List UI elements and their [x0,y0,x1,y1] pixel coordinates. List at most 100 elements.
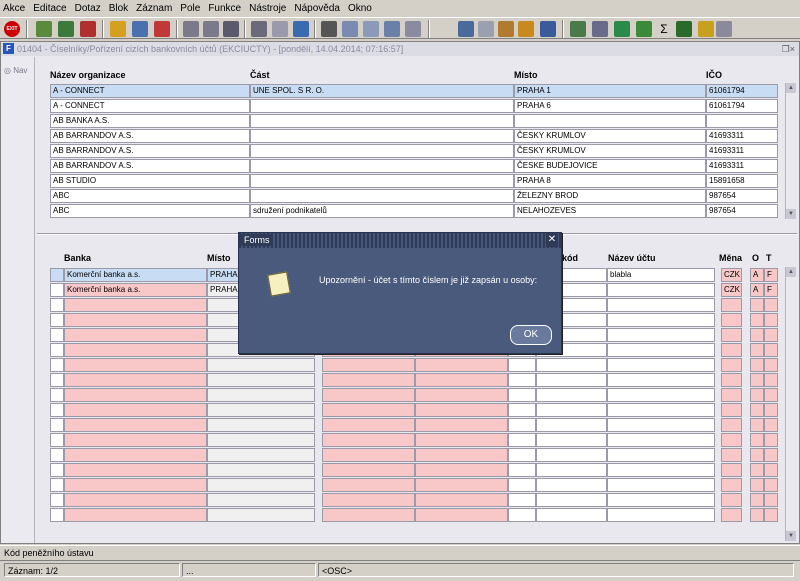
cell-small[interactable] [508,493,536,507]
cell-o[interactable] [750,373,764,387]
cell-mena[interactable] [721,358,742,372]
cell-mena[interactable] [721,478,742,492]
cell-mena[interactable] [721,343,742,357]
row-selector[interactable] [50,403,64,417]
cell-mena[interactable]: CZK [721,283,742,297]
cell-kod[interactable] [536,358,607,372]
menu-editace[interactable]: Editace [33,3,66,14]
cell-pink-b[interactable] [415,403,508,417]
cell-mena[interactable] [721,313,742,327]
cell-kod[interactable] [536,433,607,447]
cell-banka[interactable] [64,328,207,342]
cell-pink-b[interactable] [415,358,508,372]
cell-o[interactable] [750,448,764,462]
cell-nazev-uctu[interactable] [607,283,715,297]
cell-banka[interactable] [64,373,207,387]
cut-icon[interactable] [321,21,337,37]
document-icon[interactable] [592,21,608,37]
row-selector[interactable] [50,508,64,522]
cell-pink-a[interactable] [322,418,415,432]
enter-query-icon[interactable] [110,21,126,37]
cell-banka[interactable] [64,418,207,432]
cell-t[interactable] [764,388,778,402]
cell-misto[interactable]: ČESKY KRUMLOV [514,129,706,143]
menu-funkce[interactable]: Funkce [208,3,241,14]
cell-misto[interactable] [207,418,315,432]
cell-small[interactable] [508,433,536,447]
exit-icon[interactable]: EXIT [4,21,20,37]
cell-misto[interactable] [207,373,315,387]
cell-banka[interactable]: Komerční banka a.s. [64,268,207,282]
cell-nazev-uctu[interactable] [607,508,715,522]
check-icon[interactable] [636,21,652,37]
row-selector[interactable] [50,328,64,342]
cancel-query-icon[interactable] [154,21,170,37]
cell-misto[interactable] [207,388,315,402]
sort-ascending-icon[interactable] [183,21,199,37]
cell-t[interactable]: F [764,283,778,297]
cell-o[interactable] [750,403,764,417]
cell-o[interactable] [750,493,764,507]
cell-banka[interactable] [64,508,207,522]
menu-nastroje[interactable]: Nástroje [249,3,286,14]
row-selector[interactable] [50,433,64,447]
menu-akce[interactable]: Akce [3,3,25,14]
scroll-up-icon[interactable]: ▲ [786,83,796,93]
cell-t[interactable] [764,493,778,507]
copy-icon[interactable] [342,21,358,37]
cell-o[interactable] [750,433,764,447]
cell-mena[interactable] [721,418,742,432]
menu-pole[interactable]: Pole [180,3,200,14]
cell-small[interactable] [508,403,536,417]
cell-o[interactable] [750,508,764,522]
cell-banka[interactable] [64,313,207,327]
cell-nazev-uctu[interactable]: blabla [607,268,715,282]
cell-t[interactable] [764,463,778,477]
excel-icon[interactable] [614,21,630,37]
cell-small[interactable] [508,358,536,372]
cell-t[interactable] [764,328,778,342]
filter-icon[interactable] [223,21,239,37]
cell-ico[interactable] [706,114,778,128]
row-selector[interactable] [50,268,64,282]
cell-cast[interactable] [250,129,514,143]
gear-icon[interactable] [498,21,514,37]
cell-small[interactable] [508,478,536,492]
cell-pink-a[interactable] [322,403,415,417]
cell-misto[interactable] [207,403,315,417]
cell-nazev-uctu[interactable] [607,358,715,372]
cell-nazev-organizace[interactable]: AB BARRANDOV A.S. [50,144,250,158]
row-selector[interactable] [50,493,64,507]
cell-misto[interactable]: ČESKE BUDEJOVICE [514,159,706,173]
row-selector[interactable] [50,283,64,297]
cell-kod[interactable] [536,418,607,432]
cell-pink-b[interactable] [415,493,508,507]
cell-kod[interactable] [536,388,607,402]
cell-banka[interactable] [64,463,207,477]
grid-icon[interactable] [676,21,692,37]
cell-nazev-organizace[interactable]: A - CONNECT [50,84,250,98]
row-selector[interactable] [50,358,64,372]
cell-o[interactable] [750,388,764,402]
cell-kod[interactable] [536,403,607,417]
cell-banka[interactable]: Komerční banka a.s. [64,283,207,297]
cell-mena[interactable] [721,373,742,387]
context-help-icon[interactable] [716,21,732,37]
cell-cast[interactable] [250,189,514,203]
cell-misto[interactable] [207,463,315,477]
cell-nazev-organizace[interactable]: AB BARRANDOV A.S. [50,159,250,173]
cell-nazev-uctu[interactable] [607,448,715,462]
row-selector[interactable] [50,463,64,477]
ok-button[interactable]: OK [510,325,552,345]
cell-o[interactable] [750,478,764,492]
cell-mena[interactable] [721,493,742,507]
cell-pink-a[interactable] [322,388,415,402]
cell-cast[interactable] [250,114,514,128]
cell-o[interactable] [750,418,764,432]
help-icon[interactable] [698,21,714,37]
cell-misto[interactable]: PRAHA 8 [514,174,706,188]
cell-mena[interactable] [721,298,742,312]
cell-misto[interactable] [514,114,706,128]
delete-record-icon[interactable] [80,21,96,37]
menu-blok[interactable]: Blok [109,3,128,14]
